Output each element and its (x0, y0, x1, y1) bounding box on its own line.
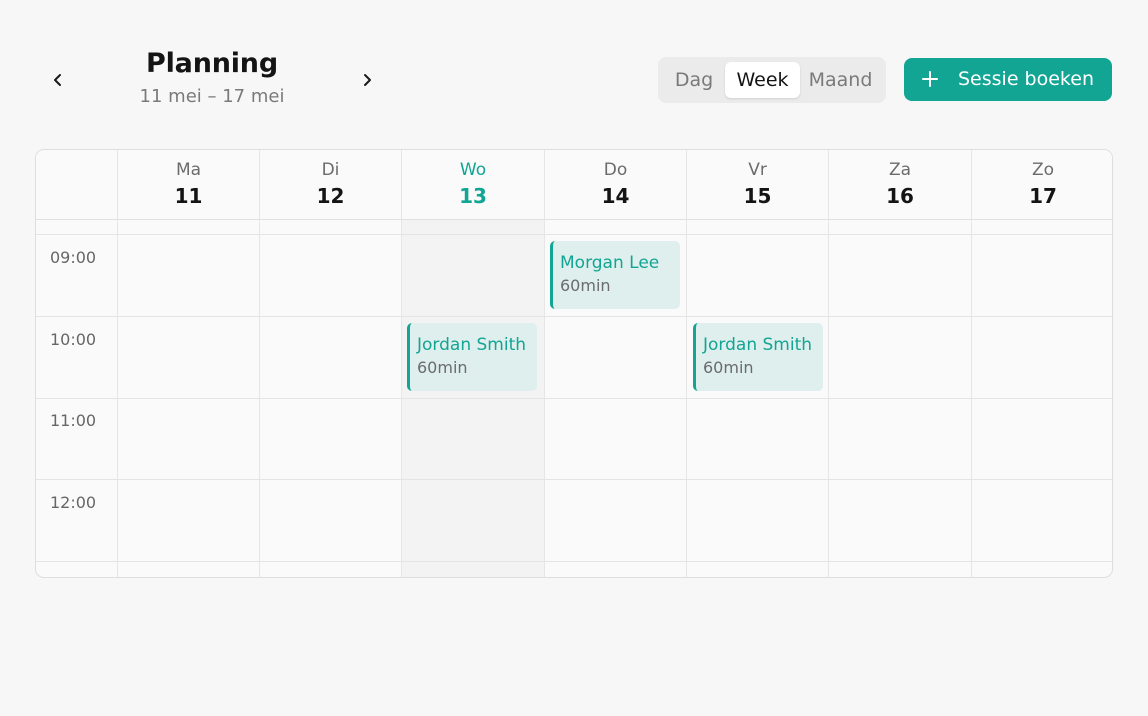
day-name: Di (321, 160, 340, 180)
book-session-button[interactable]: Sessie boeken (904, 58, 1112, 101)
event-duration: 60min (703, 358, 754, 377)
chevron-left-icon (54, 74, 61, 86)
day-column-di[interactable] (259, 220, 401, 577)
event-name: Jordan Smith (703, 335, 813, 355)
day-column-zo[interactable] (971, 220, 1112, 577)
day-name: Zo (1031, 160, 1055, 180)
day-name: Ma (175, 160, 202, 180)
hour-divider (36, 479, 1112, 480)
date-range: 11 mei – 17 mei (139, 86, 285, 107)
day-header-zo[interactable]: Zo 17 (971, 150, 1112, 220)
day-header-vr[interactable]: Vr 15 (686, 150, 828, 220)
day-column-wo[interactable] (401, 220, 544, 577)
week-calendar: Ma 11 Di 12 Wo 13 Do 14 Vr 15 Za 16 Zo 1… (35, 149, 1113, 578)
day-header-di[interactable]: Di 12 (259, 150, 401, 220)
day-header-za[interactable]: Za 16 (828, 150, 971, 220)
day-number: 12 (316, 184, 345, 208)
view-option-week[interactable]: Week (725, 62, 800, 98)
event-jordan-smith-wo[interactable]: Jordan Smith 60min (407, 323, 537, 391)
view-option-maand[interactable]: Maand (800, 62, 881, 98)
event-name: Morgan Lee (560, 253, 660, 273)
event-jordan-smith-vr[interactable]: Jordan Smith 60min (693, 323, 823, 391)
time-label-1200: 12:00 (50, 493, 97, 512)
day-number: 14 (601, 184, 630, 208)
view-toggle: Dag Week Maand (658, 57, 886, 103)
title-block: Planning 11 mei – 17 mei (112, 47, 312, 108)
day-header-do[interactable]: Do 14 (544, 150, 686, 220)
day-column-za[interactable] (828, 220, 971, 577)
day-name: Do (603, 160, 628, 180)
day-number: 11 (174, 184, 203, 208)
day-column-vr[interactable] (686, 220, 828, 577)
day-header-wo[interactable]: Wo 13 (401, 150, 544, 220)
hour-divider (36, 398, 1112, 399)
day-name: Wo (459, 160, 487, 180)
chevron-right-icon (364, 74, 371, 86)
time-label-1000: 10:00 (50, 330, 97, 349)
day-number: 15 (743, 184, 772, 208)
day-header-row: Ma 11 Di 12 Wo 13 Do 14 Vr 15 Za 16 Zo 1… (36, 150, 1112, 220)
page-title: Planning (146, 48, 278, 79)
view-option-dag[interactable]: Dag (663, 62, 725, 98)
event-duration: 60min (560, 276, 611, 295)
time-label-0900: 09:00 (50, 248, 97, 267)
plus-icon (922, 71, 938, 87)
time-label-1100: 11:00 (50, 411, 97, 430)
day-number: 16 (886, 184, 914, 208)
day-column-ma[interactable] (117, 220, 259, 577)
event-name: Jordan Smith (417, 335, 527, 355)
time-grid: 09:00 10:00 11:00 12:00 Morgan Lee 60min… (36, 220, 1112, 577)
hour-divider (36, 561, 1112, 562)
event-duration: 60min (417, 358, 468, 377)
next-week-button[interactable] (349, 62, 385, 98)
day-number: 13 (459, 184, 487, 208)
hour-divider (36, 234, 1112, 235)
day-header-ma[interactable]: Ma 11 (117, 150, 259, 220)
day-name: Za (888, 160, 912, 180)
day-name: Vr (748, 160, 767, 180)
event-morgan-lee[interactable]: Morgan Lee 60min (550, 241, 680, 309)
day-number: 17 (1029, 184, 1057, 208)
book-session-label: Sessie boeken (958, 68, 1094, 90)
previous-week-button[interactable] (40, 62, 76, 98)
hour-divider (36, 316, 1112, 317)
